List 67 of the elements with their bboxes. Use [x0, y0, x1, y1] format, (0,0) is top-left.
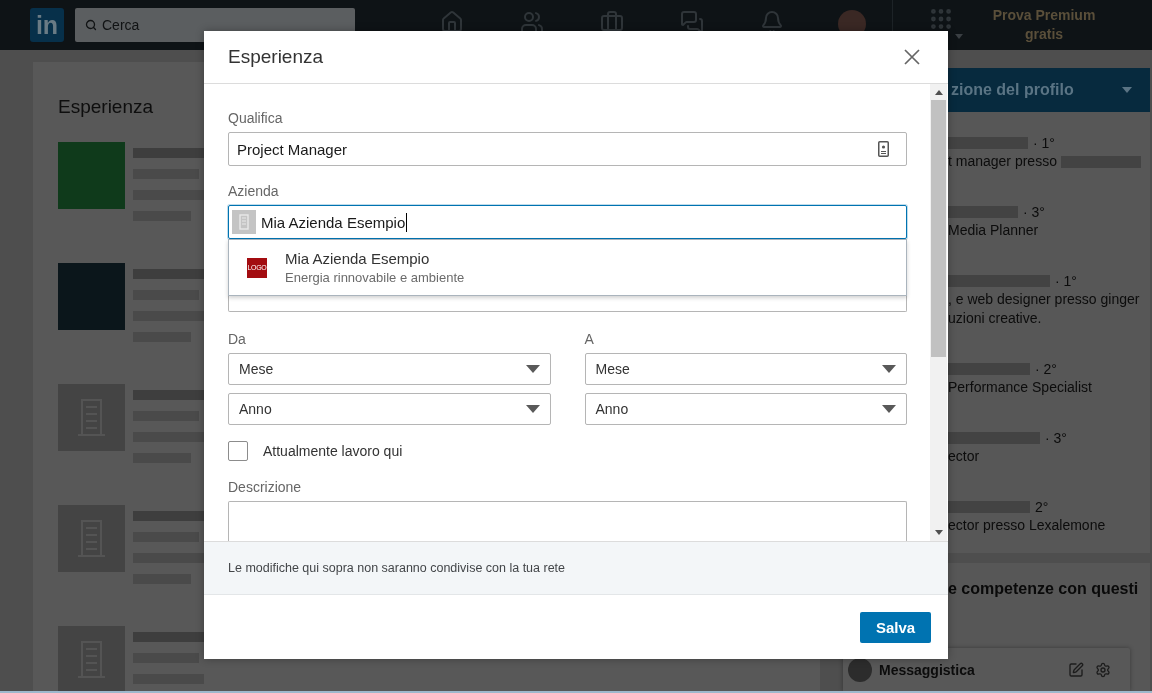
blurred-text: [133, 390, 204, 400]
field-label: Da: [228, 330, 246, 349]
notice-text: Le modifiche qui sopra non saranno condivise con la tua rete: [228, 561, 566, 575]
messaging-title: Messaggistica: [879, 661, 976, 678]
blurred-text: [133, 632, 204, 642]
person-headline: Performance Specialist: [948, 378, 1092, 397]
blurred-text: [133, 311, 204, 321]
briefcase-icon[interactable]: [600, 10, 624, 34]
chat-icon[interactable]: [680, 10, 704, 34]
checkbox[interactable]: [228, 441, 248, 461]
blurred-text: [133, 190, 204, 200]
badge-icon: [878, 141, 889, 157]
connection-degree: · 1°: [1055, 272, 1077, 289]
blurred-text: [133, 148, 204, 158]
blurred-text: [133, 511, 204, 521]
person-headline: ector: [948, 447, 980, 466]
field-label: Descrizione: [228, 478, 302, 497]
scroll-down-icon: [934, 530, 943, 535]
scroll-up-icon[interactable]: [934, 90, 943, 95]
caret-down-icon: [525, 405, 540, 413]
company-input[interactable]: Mia Azienda Esempio: [228, 205, 907, 239]
caret-down-icon: [882, 365, 896, 373]
text-cursor-icon: [406, 212, 408, 232]
person-headline: ector presso Lexalemone: [948, 516, 1106, 535]
field-label: Azienda: [228, 182, 279, 201]
person-headline: Media Planner: [948, 221, 1039, 240]
text-input[interactable]: Project Manager: [228, 132, 907, 166]
scrollbar-thumb[interactable]: [931, 100, 946, 357]
section-heading: Esperienza: [58, 95, 154, 119]
year-select[interactable]: Anno: [584, 393, 907, 425]
dialog-title: Esperienza: [228, 46, 324, 68]
connection-degree: · 1°: [1033, 134, 1055, 151]
caret-icon: [955, 34, 963, 39]
year-select[interactable]: Anno: [228, 393, 551, 425]
connection-degree: · 3°: [1045, 429, 1067, 446]
field-label: Qualifica: [228, 109, 283, 128]
caret-down-icon: [525, 365, 540, 373]
home-icon[interactable]: [440, 10, 464, 34]
close-button[interactable]: [904, 49, 920, 65]
building-icon: [232, 210, 256, 234]
save-button[interactable]: Salva: [860, 611, 931, 643]
section-heading: e competenze con questi: [948, 579, 1139, 599]
bell-icon[interactable]: [760, 10, 784, 34]
blurred-text: [133, 432, 204, 442]
person-headline: , e web designer presso ginger: [948, 290, 1140, 309]
compose-icon[interactable]: [1068, 661, 1084, 678]
field-label: A: [584, 330, 594, 349]
settings-icon[interactable]: [1095, 661, 1111, 678]
connection-degree: · 2°: [1035, 360, 1057, 377]
grid-icon[interactable]: [928, 6, 954, 32]
blurred-name: [948, 205, 1018, 218]
checkbox-label: Attualmente lavoro qui: [263, 443, 403, 459]
search-icon: [85, 19, 97, 31]
close-icon: [904, 49, 920, 65]
month-select[interactable]: Mese: [584, 353, 907, 385]
avatar: [848, 657, 872, 682]
connection-degree: · 3°: [1023, 203, 1045, 220]
caret-down-icon: [1122, 87, 1132, 93]
blurred-text: [133, 553, 204, 563]
month-select[interactable]: Mese: [228, 353, 551, 385]
input-field[interactable]: [228, 296, 907, 312]
connection-degree: 2°: [1035, 498, 1049, 515]
caret-down-icon: [882, 405, 896, 413]
person-headline: t manager presso: [948, 152, 1057, 171]
blurred-text: [133, 269, 204, 279]
person-headline: uzioni creative.: [948, 309, 1042, 328]
people-icon[interactable]: [520, 10, 544, 34]
